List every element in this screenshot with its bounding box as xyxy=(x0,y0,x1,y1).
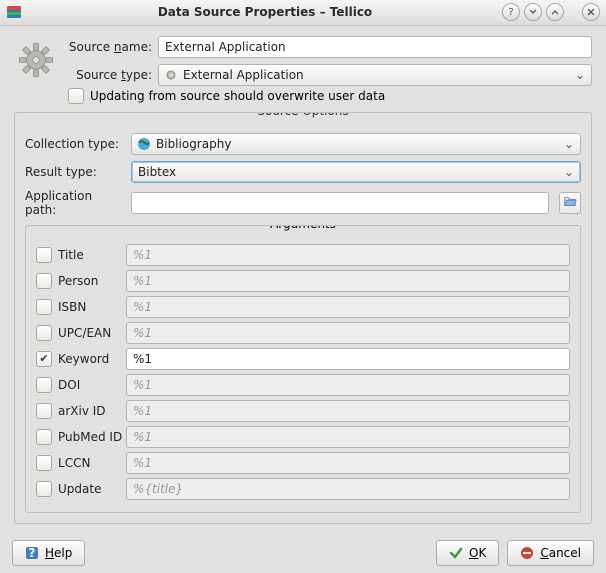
dialog-window: Data Source Properties – Tellico ? xyxy=(0,0,606,573)
argument-label: DOI xyxy=(58,378,120,392)
argument-input[interactable] xyxy=(126,270,570,292)
overwrite-checkbox[interactable] xyxy=(68,88,84,104)
globe-icon xyxy=(136,136,152,152)
source-options-title: Source Options xyxy=(251,112,354,118)
argument-input[interactable] xyxy=(126,322,570,344)
argument-row: LCCN xyxy=(36,452,570,474)
argument-input[interactable] xyxy=(126,426,570,448)
argument-label: PubMed ID xyxy=(58,430,120,444)
argument-checkbox[interactable] xyxy=(36,455,52,471)
argument-label: UPC/EAN xyxy=(58,326,120,340)
argument-row: Title xyxy=(36,244,570,266)
source-type-label: Source type: xyxy=(68,68,152,82)
source-type-value: External Application xyxy=(183,68,573,82)
argument-label: ISBN xyxy=(58,300,120,314)
maximize-button[interactable] xyxy=(546,3,564,21)
argument-row: DOI xyxy=(36,374,570,396)
help-titlebar-button[interactable]: ? xyxy=(502,3,520,21)
overwrite-label: Updating from source should overwrite us… xyxy=(90,89,385,103)
argument-row: Person xyxy=(36,270,570,292)
source-icon-column xyxy=(14,36,58,86)
argument-checkbox[interactable] xyxy=(36,325,52,341)
overwrite-row: Updating from source should overwrite us… xyxy=(68,88,592,104)
top-form: Source name: Source type: External Appli… xyxy=(14,36,592,86)
argument-label: Keyword xyxy=(58,352,120,366)
arguments-group: Arguments Title Person ISBN UPC/EAN Keyword D… xyxy=(25,225,581,513)
help-button[interactable]: ? Help xyxy=(12,540,85,566)
argument-checkbox[interactable] xyxy=(36,377,52,393)
argument-input[interactable] xyxy=(126,478,570,500)
svg-text:?: ? xyxy=(29,546,36,560)
argument-checkbox[interactable] xyxy=(36,481,52,497)
source-name-label: Source name: xyxy=(68,40,152,54)
browse-button[interactable] xyxy=(559,192,581,214)
argument-input[interactable] xyxy=(126,374,570,396)
argument-label: Update xyxy=(58,482,120,496)
app-path-label: Application path: xyxy=(25,189,125,217)
window-title: Data Source Properties – Tellico xyxy=(28,5,502,19)
argument-row: UPC/EAN xyxy=(36,322,570,344)
argument-input[interactable] xyxy=(126,296,570,318)
content-area: Source name: Source type: External Appli… xyxy=(0,26,606,534)
cancel-icon xyxy=(520,546,534,560)
ok-icon xyxy=(449,546,463,560)
source-name-input[interactable] xyxy=(158,36,592,58)
close-button[interactable] xyxy=(582,3,600,21)
collection-type-combo[interactable]: Bibliography ⌄ xyxy=(131,133,581,155)
argument-input[interactable] xyxy=(126,348,570,370)
chevron-down-icon: ⌄ xyxy=(562,165,576,179)
app-icon xyxy=(6,4,22,20)
argument-row: arXiv ID xyxy=(36,400,570,422)
argument-label: LCCN xyxy=(58,456,120,470)
chevron-down-icon: ⌄ xyxy=(562,137,576,151)
source-type-combo[interactable]: External Application ⌄ xyxy=(158,64,592,86)
argument-checkbox[interactable] xyxy=(36,429,52,445)
result-type-value: Bibtex xyxy=(138,165,562,179)
minimize-button[interactable] xyxy=(524,3,542,21)
cancel-button[interactable]: Cancel xyxy=(507,540,594,566)
folder-open-icon xyxy=(563,194,577,211)
arguments-list: Title Person ISBN UPC/EAN Keyword DOI arXiv ID… xyxy=(36,244,570,500)
argument-row: Update xyxy=(36,478,570,500)
argument-row: ISBN xyxy=(36,296,570,318)
button-bar: ? Help OK Cancel xyxy=(0,534,606,573)
titlebar: Data Source Properties – Tellico ? xyxy=(0,0,606,26)
argument-row: PubMed ID xyxy=(36,426,570,448)
result-type-label: Result type: xyxy=(25,165,125,179)
argument-checkbox[interactable] xyxy=(36,299,52,315)
collection-type-value: Bibliography xyxy=(156,137,562,151)
argument-input[interactable] xyxy=(126,400,570,422)
help-icon: ? xyxy=(25,546,39,560)
argument-checkbox[interactable] xyxy=(36,351,52,367)
argument-label: Person xyxy=(58,274,120,288)
ok-button[interactable]: OK xyxy=(436,540,499,566)
gear-small-icon xyxy=(163,67,179,83)
argument-checkbox[interactable] xyxy=(36,273,52,289)
argument-label: Title xyxy=(58,248,120,262)
argument-checkbox[interactable] xyxy=(36,403,52,419)
argument-label: arXiv ID xyxy=(58,404,120,418)
result-type-combo[interactable]: Bibtex ⌄ xyxy=(131,161,581,183)
titlebar-buttons: ? xyxy=(502,3,600,21)
argument-row: Keyword xyxy=(36,348,570,370)
argument-input[interactable] xyxy=(126,244,570,266)
chevron-down-icon: ⌄ xyxy=(573,68,587,82)
gear-icon xyxy=(16,40,56,80)
app-path-input[interactable] xyxy=(131,192,549,214)
top-form-fields: Source name: Source type: External Appli… xyxy=(68,36,592,86)
arguments-title: Arguments xyxy=(264,225,342,231)
argument-checkbox[interactable] xyxy=(36,247,52,263)
source-options-group: Source Options Collection type: Bibliogr… xyxy=(14,112,592,524)
collection-type-label: Collection type: xyxy=(25,137,125,151)
argument-input[interactable] xyxy=(126,452,570,474)
